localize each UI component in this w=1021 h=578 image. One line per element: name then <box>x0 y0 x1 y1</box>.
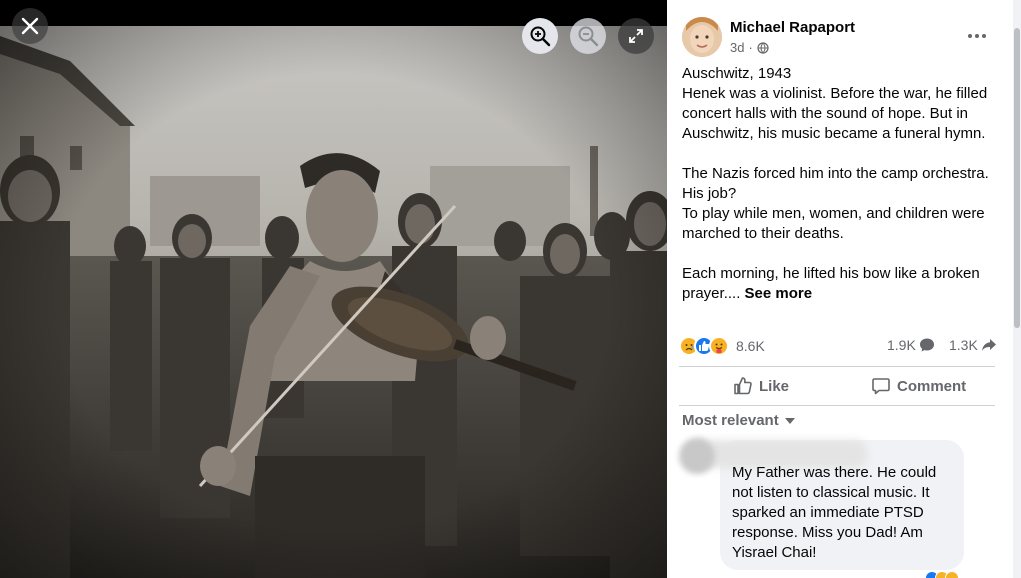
comment-text: My Father was there. He could not listen… <box>732 463 957 563</box>
more-options-button[interactable] <box>963 22 991 50</box>
scrollbar-thumb[interactable] <box>1014 28 1020 328</box>
divider <box>679 366 995 367</box>
close-button[interactable] <box>12 8 48 44</box>
post-line: Henek was a violinist. Before the war, h… <box>682 85 988 102</box>
post-line: Each morning, he lifted his bow like a b… <box>682 265 980 282</box>
fullscreen-icon <box>629 29 643 43</box>
post-line: concert halls with the sound of hope. Bu… <box>682 105 969 122</box>
post-line: His job? <box>682 185 737 202</box>
comment-line: not listen to classical music. It <box>732 484 930 501</box>
zoom-out-button[interactable] <box>570 18 606 54</box>
fullscreen-button[interactable] <box>618 18 654 54</box>
like-label: Like <box>759 377 790 395</box>
post-panel: Michael Rapaport 3d · Auschwitz, 1943 He… <box>667 0 1021 578</box>
post-line: marched to their deaths. <box>682 225 844 242</box>
share-count[interactable]: 1.3K <box>949 337 997 353</box>
post-line: Auschwitz, his music became a funeral hy… <box>682 125 986 142</box>
post-line: Auschwitz, 1943 <box>682 65 792 82</box>
share-icon <box>981 339 996 351</box>
comment-sort-dropdown[interactable]: Most relevant <box>682 412 795 429</box>
comment-label: Comment <box>897 377 967 395</box>
comment-line: sparked an immediate PTSD <box>732 504 924 521</box>
comment-icon <box>872 378 890 395</box>
comment-line: My Father was there. He could <box>732 464 937 481</box>
avatar-image <box>682 17 722 57</box>
care-reaction-icon <box>945 571 959 578</box>
comment-count[interactable]: 1.9K <box>887 337 935 353</box>
see-more-link[interactable]: See more <box>745 285 813 302</box>
post-photo <box>0 26 667 578</box>
reactions-summary[interactable]: 8.6K <box>679 336 765 356</box>
post-meta: 3d · <box>730 40 769 55</box>
panel-scrollbar[interactable] <box>1013 0 1021 578</box>
comment-line: response. Miss you Dad! Am <box>732 524 923 541</box>
post-line: The Nazis forced him into the camp orche… <box>682 165 989 182</box>
globe-icon <box>757 41 769 54</box>
divider <box>679 405 995 406</box>
reaction-count: 8.6K <box>736 338 765 354</box>
viewer-top-bar <box>0 0 667 26</box>
zoom-out-icon <box>578 26 599 47</box>
photo-image <box>0 26 667 578</box>
thumbs-up-icon <box>734 377 752 395</box>
post-line-last: prayer.... See more <box>682 284 1002 304</box>
comment-reactions[interactable] <box>925 571 959 578</box>
comment-count-value: 1.9K <box>887 337 916 353</box>
post-time[interactable]: 3d <box>730 40 744 55</box>
close-icon <box>21 17 39 35</box>
more-options-icon <box>968 34 986 38</box>
zoom-in-button[interactable] <box>522 18 558 54</box>
photo-viewer <box>0 0 667 578</box>
care-reaction-icon <box>709 336 729 356</box>
comment-line: Yisrael Chai! <box>732 544 817 561</box>
share-count-value: 1.3K <box>949 337 978 353</box>
author-avatar[interactable] <box>682 17 722 57</box>
comment-bubble-icon <box>919 338 934 352</box>
chevron-down-icon <box>784 417 795 424</box>
comment-button[interactable]: Comment <box>871 372 966 400</box>
sort-label: Most relevant <box>682 412 779 429</box>
commenter-avatar[interactable] <box>679 438 715 474</box>
post-text: Auschwitz, 1943 Henek was a violinist. B… <box>682 64 1002 304</box>
post-line: To play while men, women, and children w… <box>682 205 985 222</box>
zoom-in-icon <box>530 26 551 47</box>
author-name[interactable]: Michael Rapaport <box>730 19 855 36</box>
post-line-end: prayer.... <box>682 285 741 302</box>
like-button[interactable]: Like <box>733 372 789 400</box>
